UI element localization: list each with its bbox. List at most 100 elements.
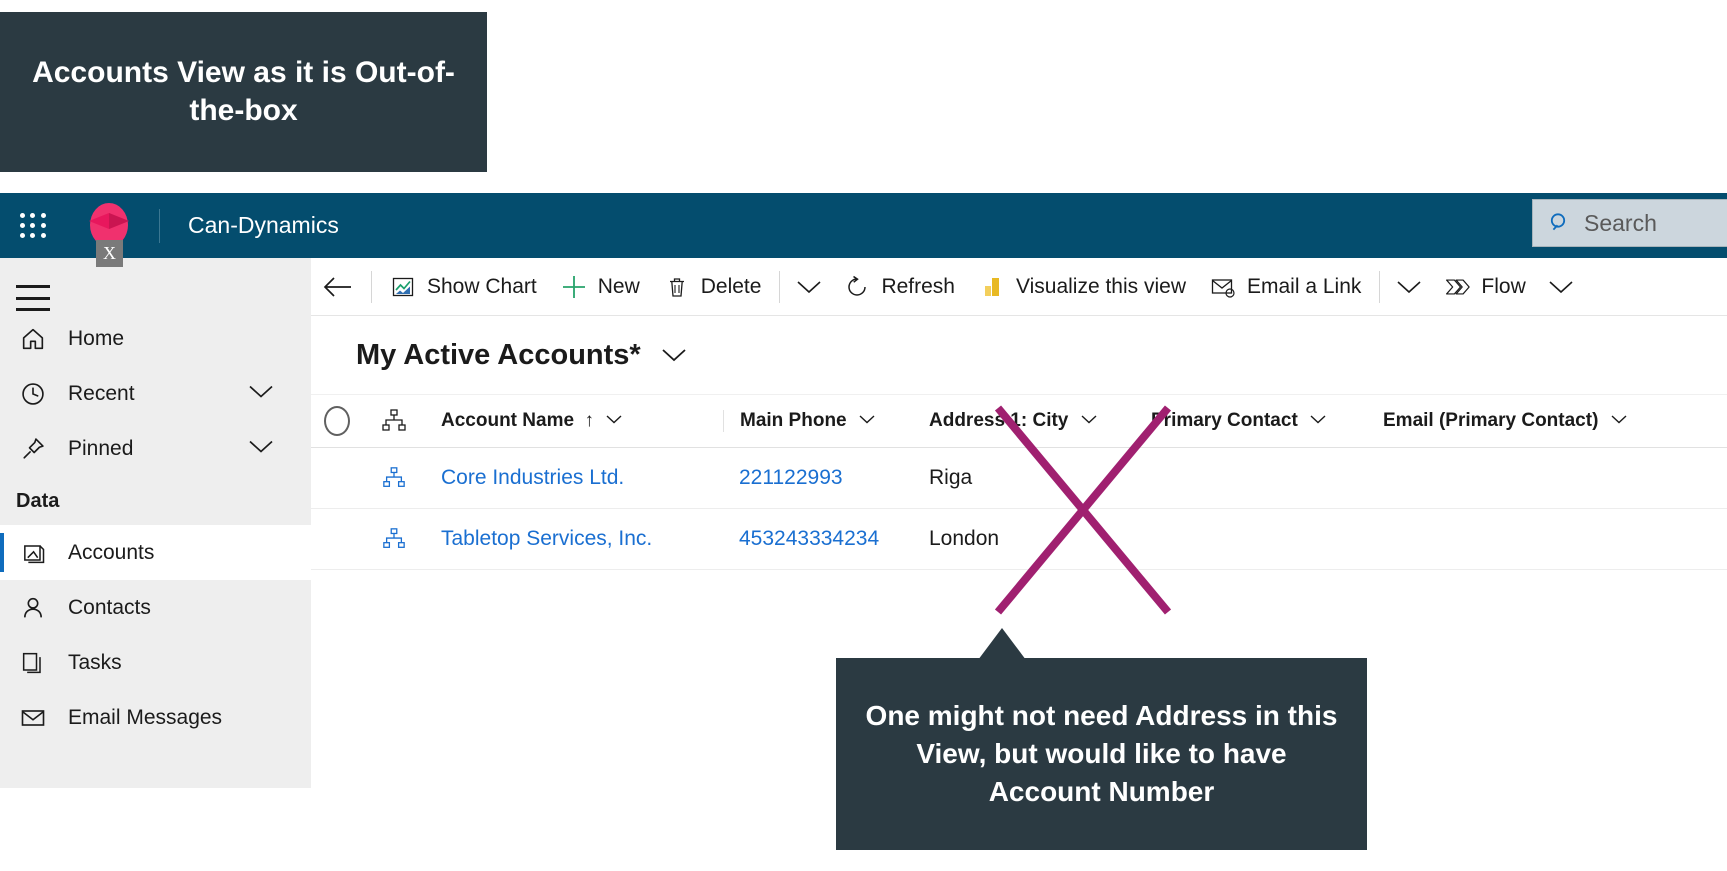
home-icon — [16, 324, 50, 354]
row-type-column-header — [363, 408, 425, 434]
plus-icon — [561, 274, 587, 300]
cell-account-name[interactable]: Core Industries Ltd. — [425, 466, 723, 490]
column-header-account-name[interactable]: Account Name ↑ — [425, 410, 723, 433]
overflow-commands-button-2[interactable] — [1386, 258, 1432, 316]
annotation-callout-top-text: Accounts View as it is Out-of-the-box — [32, 55, 455, 127]
grid-header-row: Account Name ↑ Main Phone Address 1: Cit… — [311, 394, 1727, 448]
delete-button[interactable]: Delete — [652, 258, 774, 316]
column-header-address-1-city[interactable]: Address 1: City — [913, 410, 1135, 432]
main-phone-link[interactable]: 453243334234 — [739, 527, 879, 550]
overflow-commands-button[interactable] — [786, 258, 832, 316]
sidebar-item-label: Tasks — [68, 650, 122, 674]
chevron-down-icon[interactable] — [659, 345, 689, 365]
command-label: Email a Link — [1247, 274, 1362, 298]
email-a-link-button[interactable]: Email a Link — [1198, 258, 1373, 316]
annotation-callout-top: Accounts View as it is Out-of-the-box — [0, 12, 487, 172]
search-input[interactable]: Search — [1532, 199, 1727, 247]
refresh-button[interactable]: Refresh — [832, 258, 967, 316]
cell-city: London — [913, 527, 1135, 551]
task-icon — [16, 648, 50, 678]
flow-button[interactable]: Flow — [1432, 258, 1537, 316]
sort-ascending-icon: ↑ — [584, 409, 594, 431]
back-arrow-icon — [323, 276, 351, 297]
sidebar-item-label: Contacts — [68, 595, 151, 619]
cell-main-phone[interactable]: 453243334234 — [723, 527, 913, 551]
sidebar-item-recent[interactable]: Recent — [0, 366, 311, 421]
powerbi-icon — [979, 274, 1005, 300]
command-label: New — [597, 274, 640, 298]
email-link-icon — [1210, 274, 1236, 300]
accounts-grid: Account Name ↑ Main Phone Address 1: Cit… — [311, 394, 1727, 570]
search-icon — [1550, 213, 1566, 231]
column-header-label: Address 1: City — [929, 410, 1069, 431]
page-title: My Active Accounts* — [356, 338, 641, 371]
app-name: Can-Dynamics — [188, 212, 339, 238]
city-value: Riga — [929, 466, 973, 489]
chevron-down-icon[interactable] — [605, 412, 623, 430]
annotation-callout-bottom-text: One might not need Address in this View,… — [865, 700, 1338, 807]
sidebar-group-label: Data — [16, 490, 60, 512]
new-button[interactable]: New — [549, 258, 652, 316]
show-chart-button[interactable]: Show Chart — [378, 258, 549, 316]
view-selector[interactable]: My Active Accounts* — [311, 316, 689, 394]
chevron-down-icon[interactable] — [1080, 412, 1098, 430]
account-icon — [16, 538, 50, 568]
column-header-label: Account Name — [441, 410, 575, 432]
brand-logo-container[interactable]: X — [83, 193, 135, 267]
command-bar: Show Chart New Delete Refresh Visualize … — [311, 258, 1727, 316]
clock-icon — [16, 379, 50, 409]
chevron-down-icon[interactable] — [858, 412, 876, 430]
select-all-checkbox[interactable] — [311, 406, 363, 436]
column-header-main-phone[interactable]: Main Phone — [723, 410, 913, 432]
flow-icon — [1444, 274, 1471, 300]
sidebar-item-home[interactable]: Home — [0, 311, 311, 366]
cell-city: Riga — [913, 466, 1135, 490]
command-label: Flow — [1481, 274, 1526, 298]
chevron-down-icon[interactable] — [1610, 412, 1628, 430]
app-launcher-icon[interactable] — [16, 209, 50, 243]
flow-dropdown-button[interactable] — [1538, 258, 1584, 316]
refresh-icon — [844, 274, 870, 300]
sidebar-item-label: Pinned — [68, 436, 134, 460]
command-divider — [1379, 270, 1381, 303]
table-row[interactable]: Tabletop Services, Inc. 453243334234 Lon… — [311, 509, 1727, 570]
envelope-icon — [16, 703, 50, 733]
chevron-down-icon[interactable] — [1309, 412, 1327, 430]
sidebar-item-email-messages[interactable]: Email Messages — [0, 690, 311, 745]
sidebar-navigation: Home Recent Pinned Data Accounts Contact… — [0, 258, 311, 788]
trash-icon — [664, 274, 690, 300]
sidebar-item-label: Recent — [68, 381, 135, 405]
sidebar-item-contacts[interactable]: Contacts — [0, 580, 311, 635]
visualize-this-view-button[interactable]: Visualize this view — [967, 258, 1198, 316]
annotation-callout-tail — [978, 628, 1026, 660]
column-header-email-primary-contact[interactable]: Email (Primary Contact) — [1367, 410, 1667, 432]
command-label: Show Chart — [427, 274, 537, 298]
hamburger-icon[interactable] — [16, 285, 50, 311]
table-row[interactable]: Core Industries Ltd. 221122993 Riga — [311, 448, 1727, 509]
sidebar-item-pinned[interactable]: Pinned — [0, 421, 311, 476]
chevron-down-icon[interactable] — [247, 437, 275, 460]
column-header-label: Email (Primary Contact) — [1383, 410, 1599, 431]
account-name-link[interactable]: Core Industries Ltd. — [441, 466, 624, 489]
account-name-link[interactable]: Tabletop Services, Inc. — [441, 527, 652, 550]
cell-main-phone[interactable]: 221122993 — [723, 466, 913, 490]
select-all-circle — [324, 406, 350, 436]
app-header-bar: X Can-Dynamics — [0, 193, 1727, 267]
column-header-label: Primary Contact — [1151, 410, 1298, 431]
cell-account-name[interactable]: Tabletop Services, Inc. — [425, 527, 723, 551]
sidebar-item-tasks[interactable]: Tasks — [0, 635, 311, 690]
broken-image-badge: X — [96, 240, 123, 267]
command-divider — [779, 270, 781, 303]
back-button[interactable] — [311, 258, 365, 316]
sidebar-item-accounts[interactable]: Accounts — [0, 525, 311, 580]
column-header-primary-contact[interactable]: Primary Contact — [1135, 410, 1367, 432]
hierarchy-icon — [383, 528, 405, 548]
command-label: Delete — [700, 274, 762, 298]
search-placeholder: Search — [1584, 209, 1657, 236]
row-type-icon-cell — [363, 466, 425, 490]
command-label: Visualize this view — [1015, 274, 1186, 298]
chevron-down-icon[interactable] — [247, 382, 275, 405]
pin-icon — [16, 434, 50, 464]
main-phone-link[interactable]: 221122993 — [739, 466, 843, 489]
chart-icon — [390, 274, 416, 300]
